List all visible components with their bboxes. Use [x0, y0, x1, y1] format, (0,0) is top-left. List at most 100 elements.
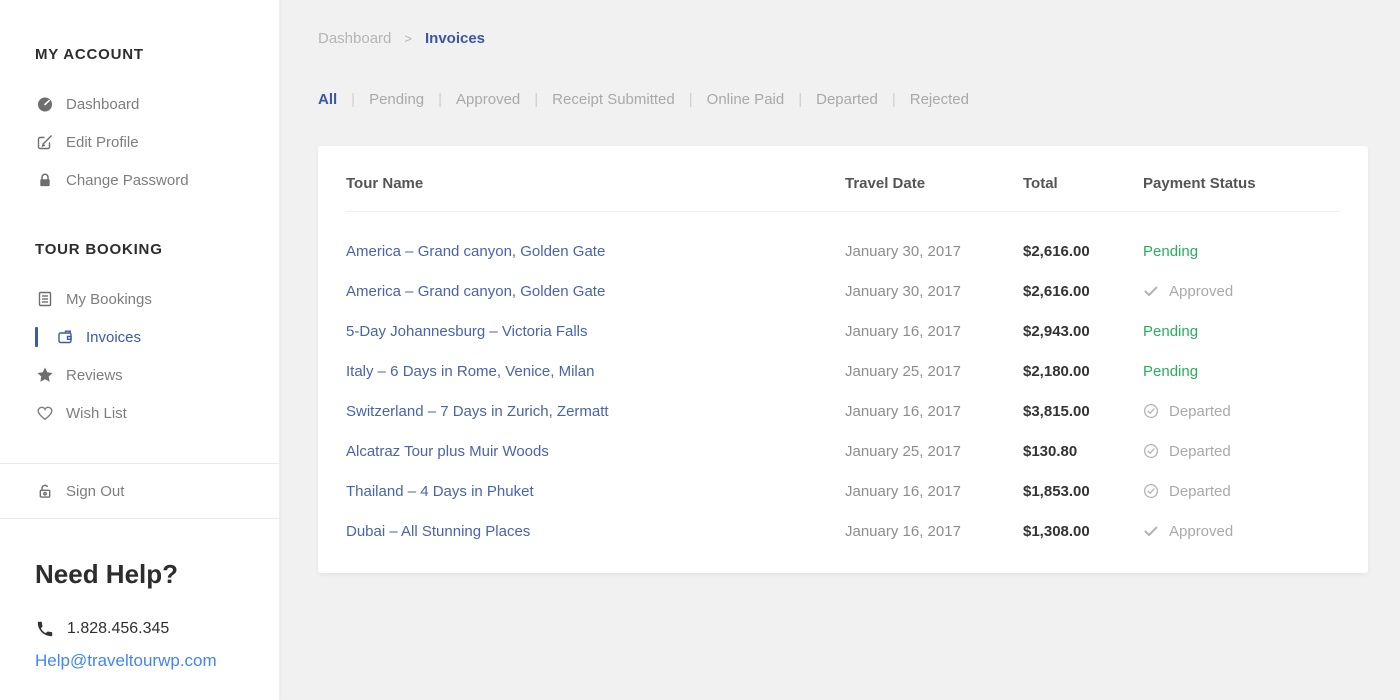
breadcrumb: Dashboard > Invoices: [318, 30, 1400, 47]
tour-booking-nav: My Bookings Invoices Reviews Wish List: [0, 280, 279, 432]
travel-date: January 16, 2017: [845, 483, 1023, 500]
tab-separator: |: [438, 91, 442, 108]
tab-all[interactable]: All: [318, 91, 337, 108]
payment-status: Approved: [1143, 523, 1340, 540]
heart-icon: [36, 404, 54, 422]
sidebar-item-invoices[interactable]: Invoices: [0, 318, 279, 356]
table-row: Italy – 6 Days in Rome, Venice, Milan Ja…: [346, 351, 1340, 391]
sidebar-item-edit-profile[interactable]: Edit Profile: [0, 123, 279, 161]
circle-check-icon: [1143, 483, 1159, 499]
sidebar-item-label: Invoices: [86, 329, 141, 346]
dashboard-icon: [36, 95, 54, 113]
payment-status: Departed: [1143, 403, 1340, 420]
lock-icon: [36, 171, 54, 189]
tour-name-link[interactable]: Thailand – 4 Days in Phuket: [346, 483, 845, 500]
payment-status: Pending: [1143, 243, 1340, 260]
status-label: Approved: [1169, 283, 1233, 300]
tab-pending[interactable]: Pending: [369, 91, 424, 108]
tab-rejected[interactable]: Rejected: [910, 91, 969, 108]
sidebar-item-label: Wish List: [66, 405, 127, 422]
total-amount: $2,180.00: [1023, 363, 1143, 380]
travel-date: January 30, 2017: [845, 283, 1023, 300]
sidebar-item-change-password[interactable]: Change Password: [0, 161, 279, 199]
sidebar-item-my-bookings[interactable]: My Bookings: [0, 280, 279, 318]
sidebar-item-reviews[interactable]: Reviews: [0, 356, 279, 394]
breadcrumb-dashboard[interactable]: Dashboard: [318, 30, 391, 47]
table-row: America – Grand canyon, Golden Gate Janu…: [346, 271, 1340, 311]
tab-separator: |: [892, 91, 896, 108]
table-header: Tour Name Travel Date Total Payment Stat…: [346, 168, 1340, 198]
active-indicator: [35, 327, 38, 347]
status-label: Departed: [1169, 403, 1231, 420]
sidebar-item-label: Edit Profile: [66, 134, 139, 151]
table-body: America – Grand canyon, Golden Gate Janu…: [346, 231, 1340, 551]
tour-name-link[interactable]: Italy – 6 Days in Rome, Venice, Milan: [346, 363, 845, 380]
sign-out-section: Sign Out: [0, 463, 279, 519]
tab-separator: |: [689, 91, 693, 108]
circle-check-icon: [1143, 403, 1159, 419]
tour-name-link[interactable]: Switzerland – 7 Days in Zurich, Zermatt: [346, 403, 845, 420]
total-amount: $1,853.00: [1023, 483, 1143, 500]
table-row: Switzerland – 7 Days in Zurich, Zermatt …: [346, 391, 1340, 431]
column-header-total: Total: [1023, 175, 1143, 192]
column-header-tour-name: Tour Name: [346, 175, 845, 192]
payment-status: Pending: [1143, 363, 1340, 380]
table-row: Dubai – All Stunning Places January 16, …: [346, 511, 1340, 551]
sidebar-item-wish-list[interactable]: Wish List: [0, 394, 279, 432]
travel-date: January 25, 2017: [845, 443, 1023, 460]
help-phone-number: 1.828.456.345: [67, 620, 169, 638]
help-phone-row: 1.828.456.345: [36, 620, 279, 638]
wallet-icon: [56, 328, 74, 346]
status-label: Pending: [1143, 363, 1198, 380]
edit-icon: [36, 133, 54, 151]
status-label: Pending: [1143, 323, 1198, 340]
tour-name-link[interactable]: America – Grand canyon, Golden Gate: [346, 243, 845, 260]
status-label: Departed: [1169, 483, 1231, 500]
total-amount: $2,943.00: [1023, 323, 1143, 340]
tour-name-link[interactable]: Alcatraz Tour plus Muir Woods: [346, 443, 845, 460]
status-label: Pending: [1143, 243, 1198, 260]
table-row: 5-Day Johannesburg – Victoria Falls Janu…: [346, 311, 1340, 351]
payment-status: Pending: [1143, 323, 1340, 340]
total-amount: $2,616.00: [1023, 283, 1143, 300]
star-icon: [36, 366, 54, 384]
payment-status: Departed: [1143, 443, 1340, 460]
total-amount: $2,616.00: [1023, 243, 1143, 260]
main-content: Dashboard > Invoices All | Pending | App…: [280, 0, 1400, 700]
tab-separator: |: [798, 91, 802, 108]
table-row: Thailand – 4 Days in Phuket January 16, …: [346, 471, 1340, 511]
tour-name-link[interactable]: Dubai – All Stunning Places: [346, 523, 845, 540]
tour-name-link[interactable]: America – Grand canyon, Golden Gate: [346, 283, 845, 300]
tab-online-paid[interactable]: Online Paid: [707, 91, 785, 108]
unlock-icon: [36, 482, 54, 500]
sidebar-item-label: My Bookings: [66, 291, 152, 308]
total-amount: $3,815.00: [1023, 403, 1143, 420]
sidebar-item-label: Dashboard: [66, 96, 139, 113]
sidebar-item-label: Reviews: [66, 367, 123, 384]
tour-name-link[interactable]: 5-Day Johannesburg – Victoria Falls: [346, 323, 845, 340]
check-icon: [1143, 523, 1159, 539]
total-amount: $1,308.00: [1023, 523, 1143, 540]
tab-separator: |: [351, 91, 355, 108]
phone-icon: [36, 620, 54, 638]
status-label: Approved: [1169, 523, 1233, 540]
check-icon: [1143, 283, 1159, 299]
total-amount: $130.80: [1023, 443, 1143, 460]
table-row: Alcatraz Tour plus Muir Woods January 25…: [346, 431, 1340, 471]
tab-departed[interactable]: Departed: [816, 91, 878, 108]
invoices-card: Tour Name Travel Date Total Payment Stat…: [318, 146, 1368, 573]
sidebar-item-dashboard[interactable]: Dashboard: [0, 85, 279, 123]
bookings-icon: [36, 290, 54, 308]
tab-separator: |: [534, 91, 538, 108]
my-account-nav: Dashboard Edit Profile Change Password: [0, 85, 279, 199]
help-email-link[interactable]: Help@traveltourwp.com: [35, 651, 217, 671]
sign-out-button[interactable]: Sign Out: [0, 472, 279, 510]
column-header-payment-status: Payment Status: [1143, 175, 1340, 192]
column-header-travel-date: Travel Date: [845, 175, 1023, 192]
tab-receipt-submitted[interactable]: Receipt Submitted: [552, 91, 675, 108]
sign-out-label: Sign Out: [66, 483, 124, 500]
sidebar-heading-my-account: MY ACCOUNT: [35, 46, 279, 63]
tab-approved[interactable]: Approved: [456, 91, 520, 108]
sidebar-heading-tour-booking: TOUR BOOKING: [35, 241, 279, 258]
sidebar: MY ACCOUNT Dashboard Edit Profile Change…: [0, 0, 280, 700]
